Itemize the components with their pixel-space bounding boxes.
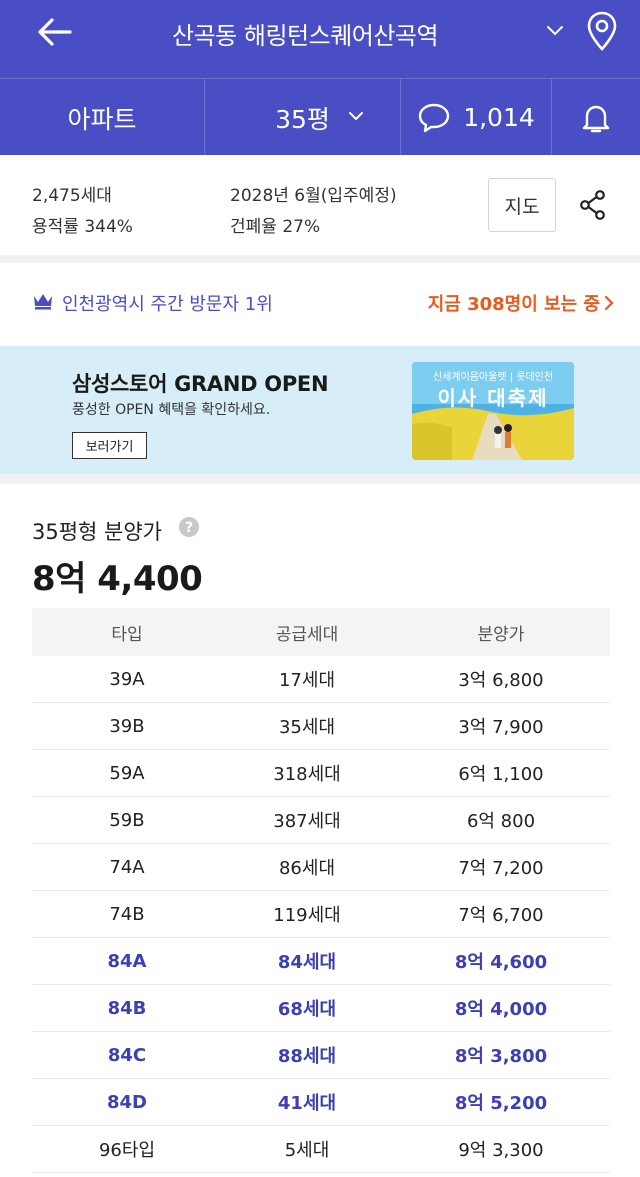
type-cell: 84C <box>107 1044 147 1066</box>
speech-bubble-icon <box>419 103 450 132</box>
move-in-date: 2028년 6월(입주예정) <box>230 186 397 206</box>
type-cell: 84A <box>107 950 147 972</box>
table-row: 84B 68세대 8억 4,000 <box>32 985 610 1032</box>
supply-cell: 17세대 <box>278 670 336 691</box>
tab-property-type[interactable]: 아파트 <box>0 79 204 156</box>
price-cell: 3억 6,800 <box>458 670 544 691</box>
tab-notification[interactable] <box>552 79 640 156</box>
table-row: 84C 88세대 8억 3,800 <box>32 1032 610 1079</box>
talk-count: 1,014 <box>463 103 535 132</box>
banner-image-title: 이사 대축제 <box>437 386 549 410</box>
table-row: 74A 86세대 7억 7,200 <box>32 844 610 891</box>
table-row: 39A 17세대 3억 6,800 <box>32 656 610 703</box>
header-price: 분양가 <box>477 624 525 645</box>
table-row: 59B 387세대 6억 800 <box>32 797 610 844</box>
visitor-ranking-row[interactable]: 인천광역시 주간 방문자 1위 지금 308명이 보는 중 <box>0 263 640 343</box>
price-cell: 8억 3,800 <box>454 1046 548 1067</box>
property-type-label: 아파트 <box>67 104 137 134</box>
supply-cell: 86세대 <box>278 858 336 879</box>
table-header: 타입 공급세대 분양가 <box>32 608 610 656</box>
type-cell: 74B <box>109 903 145 925</box>
complex-info: 2,475세대 2028년 6월(입주예정) 용적률 344% 건폐율 27% … <box>0 155 640 255</box>
table-body: 39A 17세대 3억 6,800 39B 35세대 3억 7,900 59A 318세대 6억… <box>32 656 610 1173</box>
complex-title[interactable]: 산곡동 해링턴스퀘어산곡역 <box>120 16 540 51</box>
visitor-rank-text: 인천광역시 주간 방문자 1위 <box>62 294 273 315</box>
price-cell: 7억 7,200 <box>458 858 544 879</box>
supply-cell: 88세대 <box>277 1046 337 1067</box>
households: 2,475세대 <box>32 186 112 206</box>
tab-size-select[interactable]: 35평 <box>205 79 400 156</box>
price-cell: 8억 4,000 <box>454 999 548 1020</box>
building-coverage: 건폐율 27% <box>230 217 321 237</box>
supply-cell: 119세대 <box>273 905 341 926</box>
now-viewing-text[interactable]: 지금 308명이 보는 중 <box>428 290 600 316</box>
price-value: 8억 4,400 <box>32 559 203 599</box>
section-divider <box>0 255 640 263</box>
map-pin-icon[interactable] <box>586 10 618 52</box>
banner-image-caption: 신세계이음아울렛 | 롯데인천 <box>432 372 554 383</box>
app-header: 산곡동 해링턴스퀘어산곡역 아파트 35평 1,014 <box>0 0 640 156</box>
price-cell: 9억 3,300 <box>458 1140 544 1161</box>
price-cell: 6억 1,100 <box>458 764 544 785</box>
price-cell: 3억 7,900 <box>458 717 544 738</box>
supply-cell: 68세대 <box>277 999 337 1020</box>
type-cell: 59A <box>109 762 145 784</box>
price-table: 타입 공급세대 분양가 39A 17세대 3억 6,800 39B 35세대 3억 7,9… <box>32 608 610 1173</box>
tab-bar: 아파트 35평 1,014 <box>0 78 640 156</box>
type-cell: 59B <box>109 809 145 831</box>
table-row: 96타입 5세대 9억 3,300 <box>32 1126 610 1173</box>
banner-view-button[interactable]: 보러가기 <box>72 432 147 459</box>
chevron-down-icon[interactable] <box>544 22 566 38</box>
header-supply: 공급세대 <box>275 624 339 645</box>
section-divider <box>0 474 640 484</box>
back-arrow-icon[interactable] <box>30 12 80 52</box>
map-button[interactable]: 지도 <box>488 178 556 232</box>
price-cell: 8억 5,200 <box>454 1093 548 1114</box>
help-icon[interactable]: ? <box>178 516 200 538</box>
supply-cell: 35세대 <box>278 717 336 738</box>
banner-title: 삼성스토어 GRAND OPEN <box>72 372 329 396</box>
supply-cell: 5세대 <box>284 1140 330 1161</box>
bell-icon <box>582 105 610 132</box>
price-label: 35평형 분양가 <box>32 520 162 544</box>
banner-image: 신세계이음아울렛 | 롯데인천 이사 대축제 <box>412 362 574 460</box>
table-row: 84A 84세대 8억 4,600 <box>32 938 610 985</box>
table-row: 59A 318세대 6억 1,100 <box>32 750 610 797</box>
type-cell: 39B <box>109 715 145 737</box>
supply-cell: 387세대 <box>273 811 341 832</box>
type-cell: 96타입 <box>98 1140 156 1161</box>
table-row: 74B 119세대 7억 6,700 <box>32 891 610 938</box>
svg-text:?: ? <box>185 520 193 536</box>
price-cell: 7억 6,700 <box>458 905 544 926</box>
chevron-down-icon[interactable] <box>346 109 366 123</box>
tab-talk[interactable]: 1,014 <box>401 79 551 156</box>
chevron-right-icon[interactable] <box>603 294 615 312</box>
type-cell: 74A <box>109 856 145 878</box>
price-cell: 8억 4,600 <box>454 952 548 973</box>
table-row: 84D 41세대 8억 5,200 <box>32 1079 610 1126</box>
table-row: 39B 35세대 3억 7,900 <box>32 703 610 750</box>
type-cell: 84D <box>107 1091 147 1113</box>
floor-area-ratio: 용적률 344% <box>32 217 133 237</box>
supply-cell: 84세대 <box>277 952 337 973</box>
share-icon[interactable] <box>578 189 608 221</box>
type-cell: 39A <box>109 668 145 690</box>
price-cell: 6억 800 <box>466 811 536 832</box>
banner-subtitle: 풍성한 OPEN 혜택을 확인하세요. <box>72 402 271 418</box>
crown-icon <box>34 294 52 310</box>
type-cell: 84B <box>107 997 147 1019</box>
header-type: 타입 <box>111 624 143 645</box>
size-label: 35평 <box>275 104 330 134</box>
supply-cell: 318세대 <box>273 764 341 785</box>
supply-cell: 41세대 <box>277 1093 337 1114</box>
ad-banner[interactable]: 삼성스토어 GRAND OPEN 풍성한 OPEN 혜택을 확인하세요. 보러가… <box>0 346 640 474</box>
